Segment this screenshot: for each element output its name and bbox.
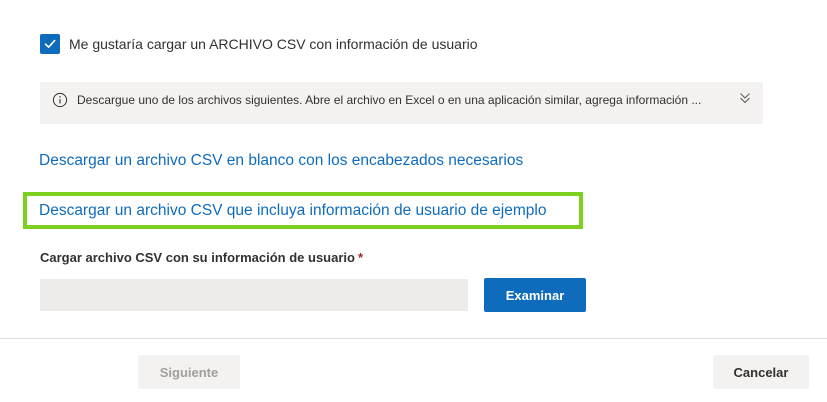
upload-label-text: Cargar archivo CSV con su información de… bbox=[40, 250, 355, 265]
required-marker: * bbox=[357, 250, 364, 265]
footer-divider bbox=[0, 338, 827, 339]
csv-upload-checkbox-label[interactable]: Me gustaría cargar un ARCHIVO CSV con in… bbox=[69, 36, 478, 52]
checkmark-icon bbox=[44, 39, 56, 48]
csv-upload-checkbox[interactable] bbox=[40, 34, 60, 54]
csv-file-path-input[interactable] bbox=[40, 279, 468, 311]
browse-button[interactable]: Examinar bbox=[484, 278, 586, 312]
cancel-button[interactable]: Cancelar bbox=[713, 355, 809, 389]
info-message-bar: Descargue uno de los archivos siguientes… bbox=[40, 82, 763, 124]
csv-upload-option[interactable]: Me gustaría cargar un ARCHIVO CSV con in… bbox=[40, 34, 478, 54]
download-blank-csv-link[interactable]: Descargar un archivo CSV en blanco con l… bbox=[39, 152, 523, 170]
upload-field-label: Cargar archivo CSV con su información de… bbox=[40, 250, 363, 265]
info-icon bbox=[52, 92, 68, 108]
info-message-text: Descargue uno de los archivos siguientes… bbox=[77, 93, 702, 107]
double-chevron-down-icon[interactable] bbox=[738, 90, 752, 106]
next-button[interactable]: Siguiente bbox=[138, 355, 240, 389]
download-sample-csv-link[interactable]: Descargar un archivo CSV que incluya inf… bbox=[39, 202, 546, 220]
